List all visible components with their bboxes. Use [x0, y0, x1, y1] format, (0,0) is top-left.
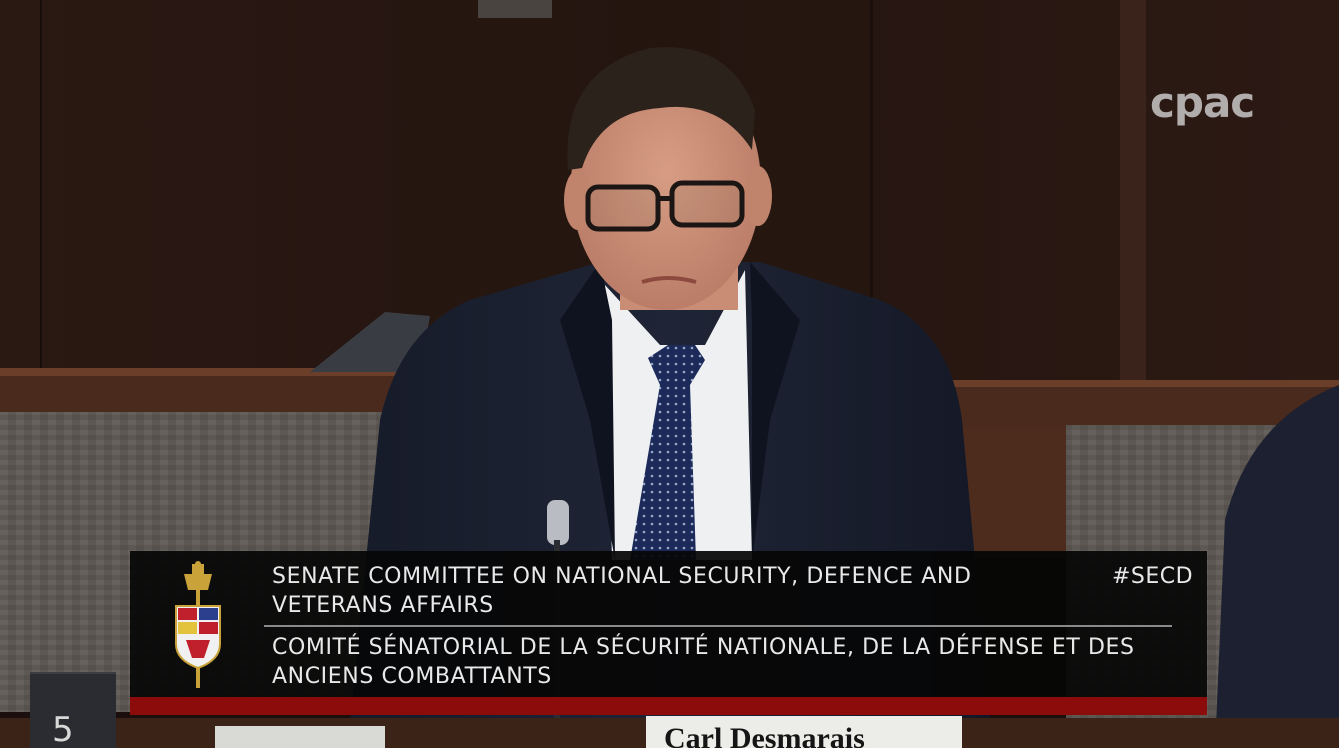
committee-title-french: COMITÉ SÉNATORIAL DE LA SÉCURITÉ NATIONA… [272, 635, 1135, 689]
nameplate-text: Carl Desmarais [664, 722, 865, 748]
cpac-logo: cpac [1150, 78, 1255, 127]
committee-hashtag: #SECD [1112, 564, 1194, 589]
committee-title-english: SENATE COMMITTEE ON NATIONAL SECURITY, D… [272, 564, 972, 618]
banner-accent-bar [130, 697, 1207, 715]
senate-crest-icon [175, 561, 221, 688]
seat-number: 5 [52, 710, 74, 748]
banner-divider [264, 625, 1172, 627]
video-frame: cpac 5 Carl Desmarais SENATE COMMITTEE O… [0, 0, 1339, 748]
